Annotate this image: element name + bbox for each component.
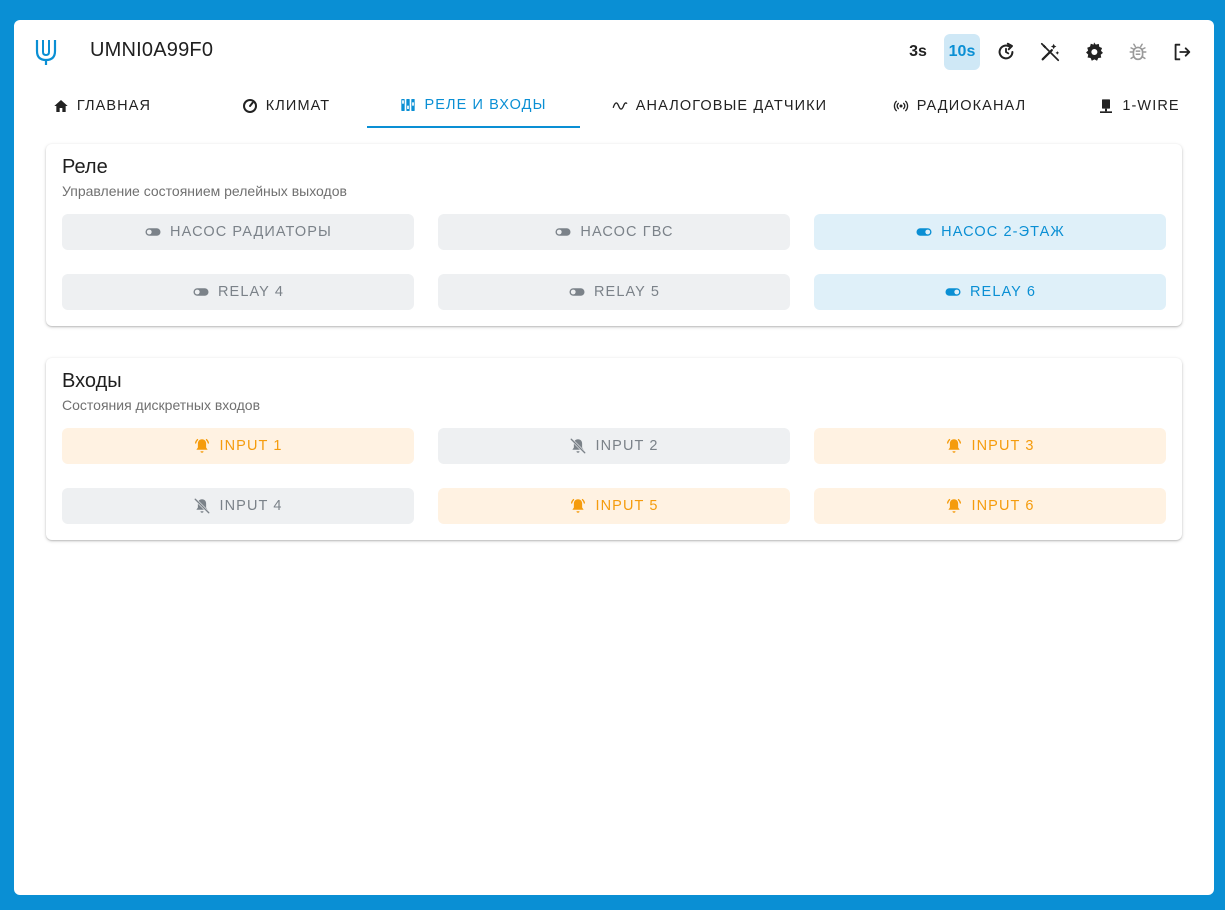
auto-fix-off-button[interactable] [1032,34,1068,70]
inputs-card: Входы Состояния дискретных входов INPUT … [46,358,1182,540]
logout-button[interactable] [1164,34,1200,70]
bell-ring-icon [947,498,962,513]
gear-icon [1086,42,1103,61]
tab-analog-sensors[interactable]: АНАЛОГОВЫЕ ДАТЧИКИ [597,84,842,128]
logout-icon [1174,43,1191,61]
header: UMNI0A99F0 3s 10s [14,20,1214,84]
relay-button-3[interactable]: НАСОС 2-ЭТАЖ [814,214,1166,250]
toggle-on-icon [945,288,961,296]
wire-icon [1100,99,1113,113]
bell-ring-icon [571,498,586,513]
toggle-off-icon [145,228,161,236]
relay-button-1[interactable]: НАСОС РАДИАТОРЫ [62,214,414,250]
gauge-icon [242,99,257,113]
device-name: UMNI0A99F0 [90,39,214,61]
toggle-on-icon [916,228,932,236]
refresh-button[interactable] [988,34,1024,70]
inputs-title: Входы [62,370,122,392]
relay-button-6[interactable]: RELAY 6 [814,274,1166,310]
tab-relays-inputs[interactable]: РЕЛЕ И ВХОДЫ [367,84,580,128]
tab-one-wire[interactable]: 1-WIRE [1082,84,1196,128]
toggle-off-icon [193,288,209,296]
inputs-subtitle: Состояния дискретных входов [62,397,261,413]
input-indicator-3[interactable]: INPUT 3 [814,428,1166,464]
relay-button-4[interactable]: RELAY 4 [62,274,414,310]
interval-10s-button[interactable]: 10s [944,34,980,70]
input-indicator-2[interactable]: INPUT 2 [438,428,790,464]
switches-icon [401,99,416,111]
settings-button[interactable] [1076,34,1112,70]
bell-ring-icon [947,438,962,453]
relay-button-2[interactable]: НАСОС ГВС [438,214,790,250]
relays-subtitle: Управление состоянием релейных выходов [62,183,347,199]
relays-card: Реле Управление состоянием релейных выхо… [46,144,1182,326]
tab-climate[interactable]: КЛИМАТ [204,84,368,128]
auto-fix-off-icon [1040,42,1060,62]
tab-home[interactable]: ГЛАВНАЯ [32,84,172,128]
bug-icon [1129,43,1147,61]
umni-logo-icon [35,40,57,65]
refresh-icon [998,42,1014,60]
input-indicator-6[interactable]: INPUT 6 [814,488,1166,524]
debug-button[interactable] [1120,34,1156,70]
sine-wave-icon [612,102,628,110]
relay-button-5[interactable]: RELAY 5 [438,274,790,310]
input-indicator-4[interactable]: INPUT 4 [62,488,414,524]
radio-icon [893,100,908,112]
toolbar: 3s 10s [900,34,1200,70]
bell-off-icon [194,498,211,514]
input-indicator-5[interactable]: INPUT 5 [438,488,790,524]
relays-title: Реле [62,156,108,178]
tab-bar: ГЛАВНАЯ КЛИМАТ РЕЛЕ И ВХОДЫ АНАЛОГОВЫЕ Д… [32,84,1196,128]
toggle-off-icon [569,288,585,296]
bell-off-icon [570,438,587,454]
toggle-off-icon [555,228,571,236]
input-indicator-1[interactable]: INPUT 1 [62,428,414,464]
home-icon [54,100,68,112]
interval-3s-button[interactable]: 3s [900,34,936,70]
tab-radio[interactable]: РАДИОКАНАЛ [877,84,1042,128]
bell-ring-icon [195,438,210,453]
app-window: UMNI0A99F0 3s 10s ГЛАВНАЯ КЛИМАТ РЕЛЕ И … [14,20,1214,895]
